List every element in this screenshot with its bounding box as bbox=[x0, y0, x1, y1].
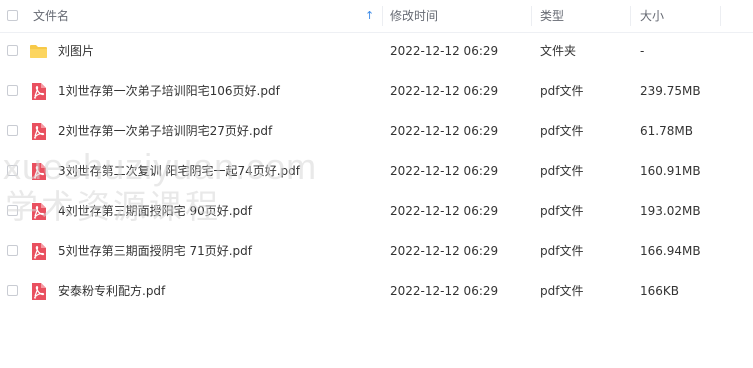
file-size: 160.91MB bbox=[640, 164, 701, 178]
file-modified: 2022-12-12 06:29 bbox=[390, 164, 499, 178]
file-row-6[interactable]: 5刘世存第三期面授阴宅 71页好.pdf 2022-12-12 06:29 pd… bbox=[0, 231, 753, 271]
file-type: 文件夹 bbox=[540, 44, 577, 58]
file-size: 61.78MB bbox=[640, 124, 693, 138]
pdf-icon bbox=[29, 122, 48, 141]
column-header-size[interactable]: 大小 bbox=[640, 0, 664, 32]
file-name[interactable]: 刘图片 bbox=[58, 31, 94, 71]
file-row-1[interactable]: 刘图片 2022-12-12 06:29 文件夹 - bbox=[0, 31, 753, 71]
file-size: - bbox=[640, 44, 645, 58]
file-size: 166KB bbox=[640, 284, 680, 298]
row-checkbox[interactable] bbox=[7, 85, 18, 96]
file-modified: 2022-12-12 06:29 bbox=[390, 284, 499, 298]
column-header-modified[interactable]: 修改时间 bbox=[390, 0, 438, 32]
file-type: pdf文件 bbox=[540, 244, 584, 258]
row-checkbox[interactable] bbox=[7, 45, 18, 56]
pdf-icon bbox=[29, 82, 48, 101]
file-modified: 2022-12-12 06:29 bbox=[390, 84, 499, 98]
file-name[interactable]: 2刘世存第一次弟子培训阴宅27页好.pdf bbox=[58, 111, 272, 151]
file-modified: 2022-12-12 06:29 bbox=[390, 204, 499, 218]
file-name[interactable]: 3刘世存第二次复训 阳宅阴宅一起74页好.pdf bbox=[58, 151, 300, 191]
row-checkbox[interactable] bbox=[7, 165, 18, 176]
sort-ascending-icon[interactable]: ↑ bbox=[365, 0, 374, 32]
pdf-icon bbox=[29, 282, 48, 301]
column-header-type[interactable]: 类型 bbox=[540, 0, 564, 32]
file-type: pdf文件 bbox=[540, 204, 584, 218]
file-size: 239.75MB bbox=[640, 84, 701, 98]
pdf-icon bbox=[29, 242, 48, 261]
column-divider[interactable] bbox=[630, 6, 631, 26]
column-divider[interactable] bbox=[531, 6, 532, 26]
file-name[interactable]: 安泰粉专利配方.pdf bbox=[58, 271, 165, 311]
row-checkbox[interactable] bbox=[7, 125, 18, 136]
file-type: pdf文件 bbox=[540, 124, 584, 138]
file-list-header: 文件名 ↑ 修改时间 类型 大小 bbox=[0, 0, 753, 33]
column-divider[interactable] bbox=[720, 6, 721, 26]
file-type: pdf文件 bbox=[540, 164, 584, 178]
column-divider[interactable] bbox=[382, 6, 383, 26]
select-all-checkbox[interactable] bbox=[7, 10, 18, 21]
file-modified: 2022-12-12 06:29 bbox=[390, 124, 499, 138]
file-name[interactable]: 4刘世存第三期面授阳宅 90页好.pdf bbox=[58, 191, 252, 231]
pdf-icon bbox=[29, 162, 48, 181]
file-type: pdf文件 bbox=[540, 84, 584, 98]
file-type: pdf文件 bbox=[540, 284, 584, 298]
file-modified: 2022-12-12 06:29 bbox=[390, 244, 499, 258]
file-row-2[interactable]: 1刘世存第一次弟子培训阳宅106页好.pdf 2022-12-12 06:29 … bbox=[0, 71, 753, 111]
row-checkbox[interactable] bbox=[7, 205, 18, 216]
file-size: 193.02MB bbox=[640, 204, 701, 218]
folder-icon bbox=[29, 42, 48, 61]
column-header-name[interactable]: 文件名 bbox=[33, 0, 69, 32]
file-row-5[interactable]: 4刘世存第三期面授阳宅 90页好.pdf 2022-12-12 06:29 pd… bbox=[0, 191, 753, 231]
file-row-3[interactable]: 2刘世存第一次弟子培训阴宅27页好.pdf 2022-12-12 06:29 p… bbox=[0, 111, 753, 151]
pdf-icon bbox=[29, 202, 48, 221]
file-row-4[interactable]: 3刘世存第二次复训 阳宅阴宅一起74页好.pdf 2022-12-12 06:2… bbox=[0, 151, 753, 191]
file-name[interactable]: 1刘世存第一次弟子培训阳宅106页好.pdf bbox=[58, 71, 280, 111]
file-name[interactable]: 5刘世存第三期面授阴宅 71页好.pdf bbox=[58, 231, 252, 271]
file-modified: 2022-12-12 06:29 bbox=[390, 44, 499, 58]
file-size: 166.94MB bbox=[640, 244, 701, 258]
row-checkbox[interactable] bbox=[7, 285, 18, 296]
file-row-7[interactable]: 安泰粉专利配方.pdf 2022-12-12 06:29 pdf文件 166KB bbox=[0, 271, 753, 311]
row-checkbox[interactable] bbox=[7, 245, 18, 256]
